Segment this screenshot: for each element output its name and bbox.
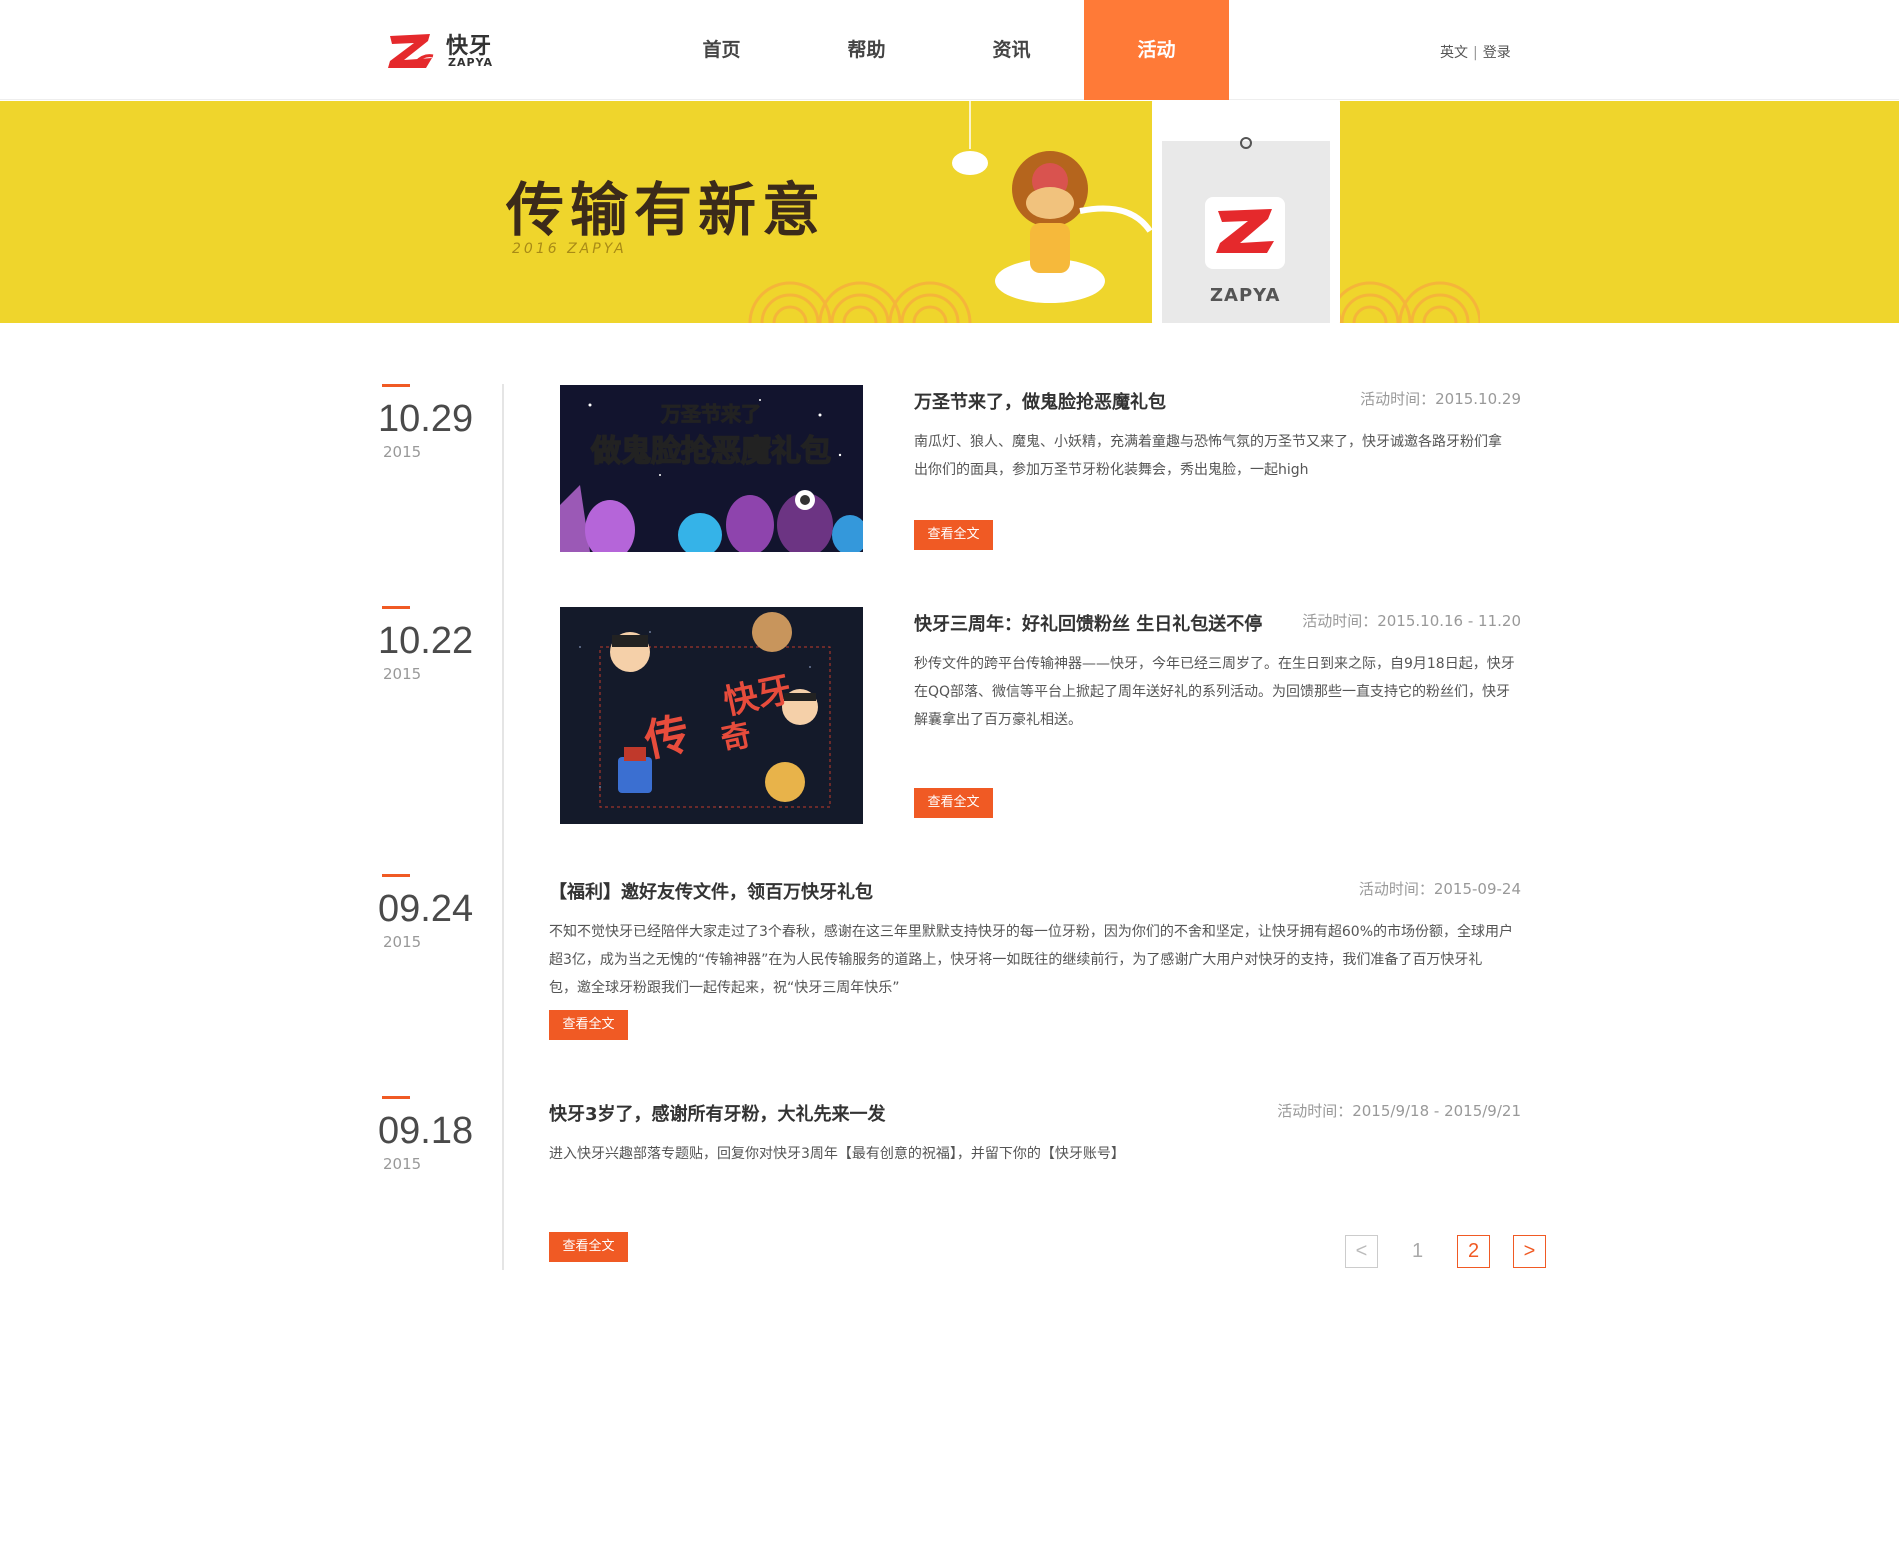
nav-item-help[interactable]: 帮助 bbox=[794, 0, 939, 100]
thumb-text-1: 万圣节来了 bbox=[660, 402, 761, 426]
date-mark bbox=[382, 874, 410, 877]
legend-image: 快牙 传 奇 bbox=[560, 607, 863, 824]
desc-line: 出你们的面具，参加万圣节牙粉化装舞会，秀出鬼脸，一起high bbox=[914, 462, 1309, 478]
entry-time: 活动时间：2015/9/18 - 2015/9/21 bbox=[1277, 1102, 1521, 1120]
next-page-button[interactable]: > bbox=[1513, 1235, 1546, 1268]
entry-year: 2015 bbox=[383, 1155, 422, 1173]
entry-day: 10.22 bbox=[378, 620, 474, 662]
entry-title[interactable]: 快牙三周年：好礼回馈粉丝 生日礼包送不停 bbox=[914, 610, 1262, 636]
entry-time: 活动时间：2015.10.29 bbox=[1360, 390, 1521, 408]
entry-title[interactable]: 快牙3岁了，感谢所有牙粉，大礼先来一发 bbox=[549, 1100, 886, 1126]
date-mark bbox=[382, 606, 410, 609]
english-link[interactable]: 英文 bbox=[1440, 45, 1468, 61]
date-mark bbox=[382, 384, 410, 387]
desc-line: 在QQ部落、微信等平台上掀起了周年送好礼的系列活动。为回馈那些一直支持它的粉丝们… bbox=[914, 684, 1511, 700]
login-link[interactable]: 登录 bbox=[1483, 45, 1511, 61]
entry-description: 不知不觉快牙已经陪伴大家走过了3个春秋，感谢在这三年里默默支持快牙的每一位牙粉，… bbox=[549, 918, 1521, 1002]
entry-description: 南瓜灯、狼人、魔鬼、小妖精，充满着童趣与恐怖气氛的万圣节又来了，快牙诚邀各路牙粉… bbox=[914, 428, 1502, 484]
desc-line: 南瓜灯、狼人、魔鬼、小妖精，充满着童趣与恐怖气氛的万圣节又来了，快牙诚邀各路牙粉… bbox=[914, 434, 1502, 450]
entry-title[interactable]: 【福利】邀好友传文件，领百万快牙礼包 bbox=[549, 878, 873, 904]
entry-description: 进入快牙兴趣部落专题贴，回复你对快牙3周年【最有创意的祝福】，并留下你的【快牙账… bbox=[549, 1140, 1125, 1168]
entry-title[interactable]: 万圣节来了，做鬼脸抢恶魔礼包 bbox=[914, 388, 1166, 414]
banner-illustration bbox=[748, 101, 1480, 323]
nav-item-news[interactable]: 资讯 bbox=[939, 0, 1084, 100]
entry-time: 活动时间：2015-09-24 bbox=[1358, 880, 1521, 898]
main-nav: 首页 帮助 资讯 活动 bbox=[649, 0, 1229, 100]
top-links: 英文 | 登录 bbox=[1440, 42, 1511, 62]
activity-entry: 09.18 2015 快牙3岁了，感谢所有牙粉，大礼先来一发 活动时间：2015… bbox=[0, 1096, 1899, 1268]
promo-banner: 传输有新意 2016 ZAPYA ZAPYA bbox=[0, 101, 1899, 323]
entry-year: 2015 bbox=[383, 665, 422, 683]
zapya-z-icon bbox=[388, 34, 434, 68]
zapya-logo[interactable]: 快牙 ZAPYA bbox=[386, 28, 496, 72]
desc-line: 包，邀全球牙粉跟我们一起传起来，祝“快牙三周年快乐” bbox=[549, 980, 900, 996]
nav-item-home[interactable]: 首页 bbox=[649, 0, 794, 100]
entry-day: 09.18 bbox=[378, 1110, 474, 1152]
logo-en-text: ZAPYA bbox=[448, 56, 493, 69]
desc-line: 解囊拿出了百万豪礼相送。 bbox=[914, 712, 1082, 728]
desc-line: 超3亿，成为当之无愧的“传输神器”在为人民传输服务的道路上，快牙将一如既往的继续… bbox=[549, 952, 1483, 968]
activity-entry: 10.29 2015 万圣节来了 做鬼脸抢恶魔礼包 万圣节来了，做鬼脸抢恶魔礼包… bbox=[0, 384, 1899, 556]
entry-time: 活动时间：2015.10.16 - 11.20 bbox=[1302, 612, 1521, 630]
page-2-button[interactable]: 2 bbox=[1457, 1235, 1490, 1268]
pagination: < 1 2 > bbox=[1345, 1235, 1546, 1268]
entry-description: 秒传文件的跨平台传输神器——快牙，今年已经三周岁了。在生日到来之际，自9月18日… bbox=[914, 650, 1515, 734]
page-1-button[interactable]: 1 bbox=[1401, 1235, 1434, 1268]
entry-year: 2015 bbox=[383, 933, 422, 951]
activity-entry: 09.24 2015 【福利】邀好友传文件，领百万快牙礼包 活动时间：2015-… bbox=[0, 874, 1899, 1046]
activity-entry: 10.22 2015 快牙 传 奇 快牙三周年：好礼回馈粉丝 生日礼包送不停 活… bbox=[0, 606, 1899, 824]
banner-subtitle: 2016 ZAPYA bbox=[512, 241, 627, 257]
desc-line: 不知不觉快牙已经陪伴大家走过了3个春秋，感谢在这三年里默默支持快牙的每一位牙粉，… bbox=[549, 924, 1514, 940]
thumb-text-2: 做鬼脸抢恶魔礼包 bbox=[590, 434, 831, 469]
entry-day: 09.24 bbox=[378, 888, 474, 930]
halloween-image: 万圣节来了 做鬼脸抢恶魔礼包 bbox=[560, 385, 863, 552]
read-more-button[interactable]: 查看全文 bbox=[914, 788, 993, 818]
link-separator: | bbox=[1473, 45, 1478, 61]
prev-page-button[interactable]: < bbox=[1345, 1235, 1378, 1268]
entry-thumbnail[interactable]: 万圣节来了 做鬼脸抢恶魔礼包 bbox=[560, 385, 863, 552]
desc-line: 进入快牙兴趣部落专题贴，回复你对快牙3周年【最有创意的祝福】，并留下你的【快牙账… bbox=[549, 1146, 1125, 1162]
phone-brand-label: ZAPYA bbox=[1210, 285, 1281, 306]
nav-item-activities[interactable]: 活动 bbox=[1084, 0, 1229, 100]
entry-day: 10.29 bbox=[378, 398, 474, 440]
desc-line: 秒传文件的跨平台传输神器——快牙，今年已经三周岁了。在生日到来之际，自9月18日… bbox=[914, 656, 1515, 672]
site-header: 快牙 ZAPYA 首页 帮助 资讯 活动 英文 | 登录 bbox=[0, 0, 1899, 100]
read-more-button[interactable]: 查看全文 bbox=[914, 520, 993, 550]
read-more-button[interactable]: 查看全文 bbox=[549, 1232, 628, 1262]
date-mark bbox=[382, 1096, 410, 1099]
entry-thumbnail[interactable]: 快牙 传 奇 bbox=[560, 607, 863, 824]
read-more-button[interactable]: 查看全文 bbox=[549, 1010, 628, 1040]
entry-year: 2015 bbox=[383, 443, 422, 461]
